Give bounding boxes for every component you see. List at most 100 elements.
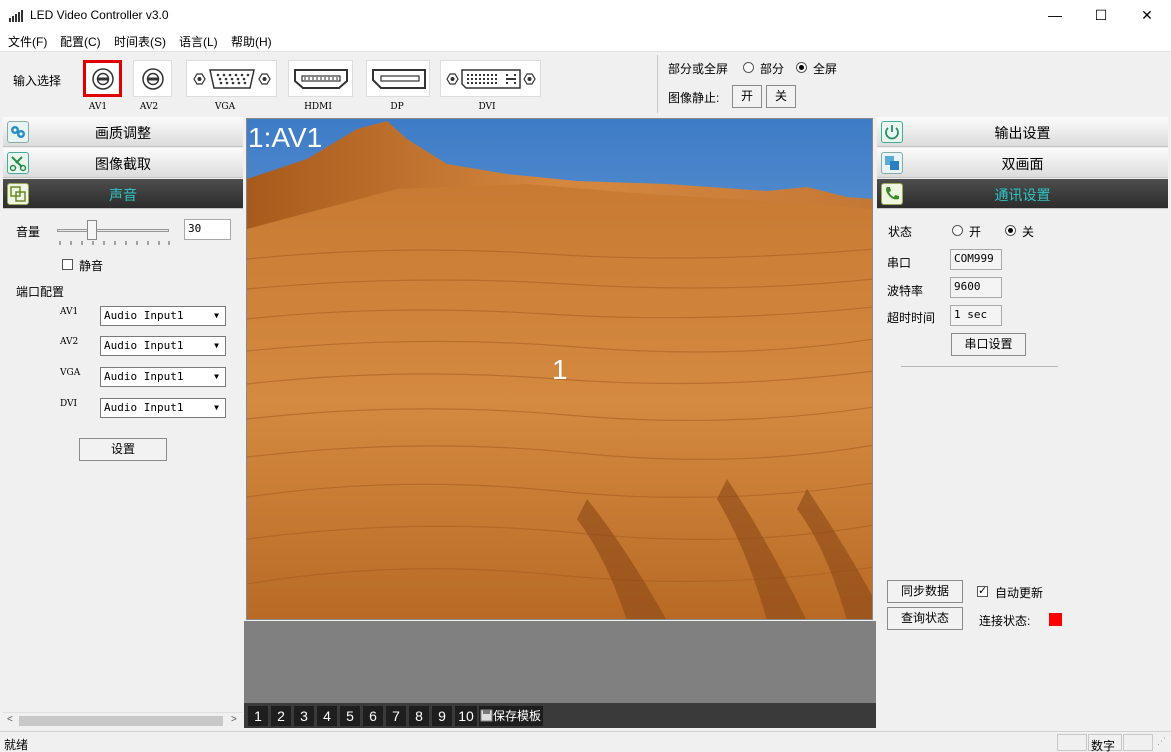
query-status-button[interactable]: 查询状态 bbox=[887, 607, 963, 630]
dvi-connector-icon bbox=[446, 69, 536, 89]
menu-schedule[interactable]: 时间表(S) bbox=[114, 33, 166, 50]
section-communication[interactable]: 通讯设置 bbox=[877, 179, 1168, 209]
template-tab-10[interactable]: 10 bbox=[455, 706, 477, 726]
section-output-settings[interactable]: 输出设置 bbox=[877, 117, 1168, 147]
template-tab-1[interactable]: 1 bbox=[248, 706, 268, 726]
input-toolbar bbox=[0, 51, 1171, 117]
source-vga-button[interactable] bbox=[186, 60, 277, 97]
status-text: 就绪 bbox=[4, 738, 29, 752]
maximize-button[interactable]: ☐ bbox=[1078, 0, 1124, 31]
menu-language[interactable]: 语言(L) bbox=[179, 33, 218, 50]
audio-set-button[interactable]: 设置 bbox=[79, 438, 167, 461]
template-tab-6[interactable]: 6 bbox=[363, 706, 383, 726]
hdmi-connector-icon bbox=[294, 69, 348, 89]
source-dp-button[interactable] bbox=[366, 60, 430, 97]
baud-rate-input[interactable]: 9600 bbox=[950, 277, 1002, 298]
template-tab-9[interactable]: 9 bbox=[432, 706, 452, 726]
minimize-icon: — bbox=[1048, 7, 1062, 23]
port-dvi-label: DVI bbox=[60, 399, 78, 409]
partial-radio[interactable] bbox=[743, 62, 754, 73]
input-select-label: 输入选择 bbox=[13, 74, 62, 88]
volume-slider-thumb[interactable] bbox=[87, 220, 97, 240]
port-vga-select[interactable]: Audio Input1 ▼ bbox=[100, 367, 226, 387]
freeze-off-button[interactable]: 关 bbox=[766, 85, 796, 108]
menu-help[interactable]: 帮助(H) bbox=[231, 33, 272, 50]
full-screen-radio-label: 全屏 bbox=[813, 62, 838, 76]
template-tab-2[interactable]: 2 bbox=[271, 706, 291, 726]
template-tab-4[interactable]: 4 bbox=[317, 706, 337, 726]
full-screen-radio[interactable] bbox=[796, 62, 807, 73]
status-pane bbox=[1123, 734, 1153, 751]
volume-slider-ticks bbox=[59, 241, 170, 245]
volume-value-input[interactable]: 30 bbox=[184, 219, 231, 240]
comm-status-on-label: 开 bbox=[969, 225, 982, 239]
partial-radio-label: 部分 bbox=[760, 62, 785, 76]
port-av1-select[interactable]: Audio Input1 ▼ bbox=[100, 306, 226, 326]
section-audio[interactable]: 声音 bbox=[3, 179, 243, 209]
minimize-button[interactable]: — bbox=[1032, 0, 1078, 31]
section-title: 双画面 bbox=[1001, 156, 1044, 172]
port-av1-label: AV1 bbox=[60, 307, 79, 317]
port-av2-select[interactable]: Audio Input1 ▼ bbox=[100, 336, 226, 356]
numlock-pane: 数字 bbox=[1088, 734, 1122, 752]
source-hdmi-label: HDMI bbox=[304, 102, 332, 112]
template-tab-5[interactable]: 5 bbox=[340, 706, 360, 726]
preview-window-label: 1:AV1 bbox=[248, 122, 323, 153]
source-dvi-button[interactable] bbox=[440, 60, 541, 97]
left-panel: 画质调整 图像截取 声音 音量 30 静音 端口配置 AV1 Audio Inp… bbox=[3, 117, 243, 731]
menu-config[interactable]: 配置(C) bbox=[60, 33, 101, 50]
scrollbar-thumb[interactable] bbox=[19, 716, 223, 726]
port-dvi-select[interactable]: Audio Input1 ▼ bbox=[100, 398, 226, 418]
template-tab-8[interactable]: 8 bbox=[409, 706, 429, 726]
port-config-label: 端口配置 bbox=[16, 285, 65, 299]
chevron-down-icon: ▼ bbox=[209, 369, 224, 385]
preview-window[interactable]: 1:AV1 1 bbox=[246, 118, 873, 620]
horizontal-scrollbar[interactable]: < > bbox=[3, 712, 243, 729]
numlock-indicator: 数字 bbox=[1091, 739, 1116, 752]
serial-settings-button[interactable]: 串口设置 bbox=[951, 333, 1026, 356]
mute-checkbox[interactable] bbox=[62, 259, 73, 270]
volume-label: 音量 bbox=[16, 225, 41, 239]
preview-empty-area bbox=[244, 621, 876, 703]
chevron-down-icon: ▼ bbox=[209, 338, 224, 354]
section-dual-picture[interactable]: 双画面 bbox=[877, 148, 1168, 178]
comm-status-off-radio[interactable] bbox=[1005, 225, 1016, 236]
auto-update-checkbox[interactable] bbox=[977, 584, 988, 597]
menu-file[interactable]: 文件(F) bbox=[8, 33, 47, 50]
source-hdmi-button[interactable] bbox=[288, 60, 353, 97]
timeout-input[interactable]: 1 sec bbox=[950, 305, 1002, 326]
mute-label: 静音 bbox=[79, 259, 104, 273]
sync-data-button[interactable]: 同步数据 bbox=[887, 580, 963, 603]
save-template-button[interactable]: 保存模板 bbox=[479, 706, 543, 726]
baud-rate-label: 波特率 bbox=[887, 284, 924, 298]
template-tab-3[interactable]: 3 bbox=[294, 706, 314, 726]
close-button[interactable]: ✕ bbox=[1124, 0, 1170, 31]
source-av1-button[interactable] bbox=[83, 60, 122, 97]
section-image-capture[interactable]: 图像截取 bbox=[3, 148, 243, 178]
resize-grip-icon[interactable]: ⋰ bbox=[1157, 736, 1166, 747]
port-dvi-value: Audio Input1 bbox=[104, 401, 184, 414]
comm-status-on-radio[interactable] bbox=[952, 225, 963, 236]
source-av2-label: AV2 bbox=[139, 102, 159, 112]
source-dvi-label: DVI bbox=[478, 102, 496, 112]
comm-status-off-label: 关 bbox=[1022, 225, 1035, 239]
source-dp-label: DP bbox=[390, 102, 404, 112]
section-title: 画质调整 bbox=[95, 125, 151, 141]
template-tab-7[interactable]: 7 bbox=[386, 706, 406, 726]
scroll-right-icon[interactable]: > bbox=[231, 714, 237, 725]
volume-slider-track[interactable] bbox=[57, 229, 169, 232]
serial-port-input[interactable]: COM999 bbox=[950, 249, 1002, 270]
status-pane bbox=[1057, 734, 1087, 751]
rca-connector-icon bbox=[92, 68, 114, 90]
chevron-down-icon: ▼ bbox=[209, 308, 224, 324]
title-bar: LED Video Controller v3.0 — ☐ ✕ bbox=[0, 0, 1171, 31]
section-picture-quality[interactable]: 画质调整 bbox=[3, 117, 243, 147]
displayport-connector-icon bbox=[372, 69, 426, 89]
source-av2-button[interactable] bbox=[133, 60, 172, 97]
section-title: 输出设置 bbox=[994, 125, 1051, 141]
scroll-left-icon[interactable]: < bbox=[7, 714, 13, 725]
freeze-on-button[interactable]: 开 bbox=[732, 85, 762, 108]
serial-port-label: 串口 bbox=[887, 256, 912, 270]
auto-update-label: 自动更新 bbox=[995, 586, 1044, 600]
save-icon bbox=[480, 709, 493, 722]
